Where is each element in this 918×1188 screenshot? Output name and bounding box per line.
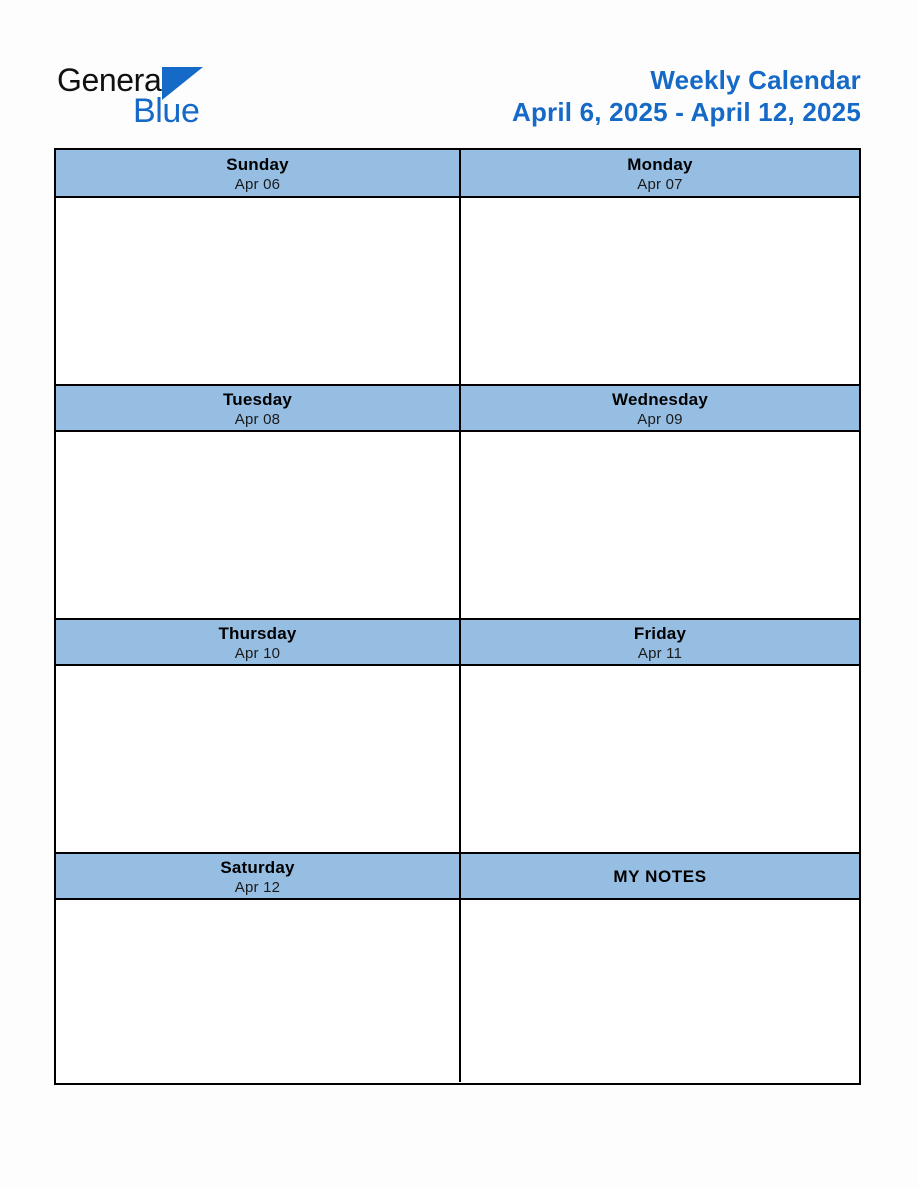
page-title: Weekly Calendar [650,65,861,95]
calendar-content-row [56,198,859,384]
day-content-thursday[interactable] [56,666,459,852]
day-date-label: Apr 10 [234,644,281,662]
day-header-friday[interactable]: Friday Apr 11 [459,618,859,666]
calendar-header-row: Saturday Apr 12 MY NOTES [56,852,859,900]
day-header-saturday[interactable]: Saturday Apr 12 [56,852,459,900]
day-name-label: Thursday [218,623,297,643]
day-date-label: Apr 11 [637,644,683,662]
notes-content[interactable] [459,900,859,1082]
page-header: General Blue Weekly Calendar April 6, 20… [0,0,918,148]
day-content-wednesday[interactable] [459,432,859,618]
day-content-sunday[interactable] [56,198,459,384]
day-header-monday[interactable]: Monday Apr 07 [459,150,859,198]
day-date-label: Apr 09 [637,410,683,428]
calendar-content-row [56,900,859,1082]
date-range-label: April 6, 2025 - April 12, 2025 [512,97,861,127]
calendar-header-row: Thursday Apr 10 Friday Apr 11 [56,618,859,666]
notes-header[interactable]: MY NOTES [459,852,859,900]
weekly-calendar-grid: Sunday Apr 06 Monday Apr 07 Tuesday Apr … [54,148,861,1085]
day-content-monday[interactable] [459,198,859,384]
day-date-label: Apr 12 [234,878,281,896]
day-header-sunday[interactable]: Sunday Apr 06 [56,150,459,198]
day-name-label: Saturday [220,857,295,877]
notes-title-label: MY NOTES [613,867,707,886]
day-name-label: Friday [633,623,687,643]
calendar-content-row [56,666,859,852]
day-content-friday[interactable] [459,666,859,852]
calendar-content-row [56,432,859,618]
day-date-label: Apr 06 [234,175,281,193]
day-content-saturday[interactable] [56,900,459,1082]
day-name-label: Tuesday [222,389,293,409]
day-name-label: Wednesday [612,389,708,409]
day-date-label: Apr 08 [234,410,281,428]
general-blue-logo: General Blue [57,62,267,132]
calendar-header-row: Sunday Apr 06 Monday Apr 07 [56,150,859,198]
day-date-label: Apr 07 [637,175,683,193]
day-name-label: Sunday [226,154,289,174]
day-header-thursday[interactable]: Thursday Apr 10 [56,618,459,666]
day-content-tuesday[interactable] [56,432,459,618]
day-header-tuesday[interactable]: Tuesday Apr 08 [56,384,459,432]
calendar-header-row: Tuesday Apr 08 Wednesday Apr 09 [56,384,859,432]
calendar-title-block: Weekly Calendar April 6, 2025 - April 12… [512,64,861,128]
logo-text-blue: Blue [133,92,200,130]
day-name-label: Monday [627,154,693,174]
day-header-wednesday[interactable]: Wednesday Apr 09 [459,384,859,432]
